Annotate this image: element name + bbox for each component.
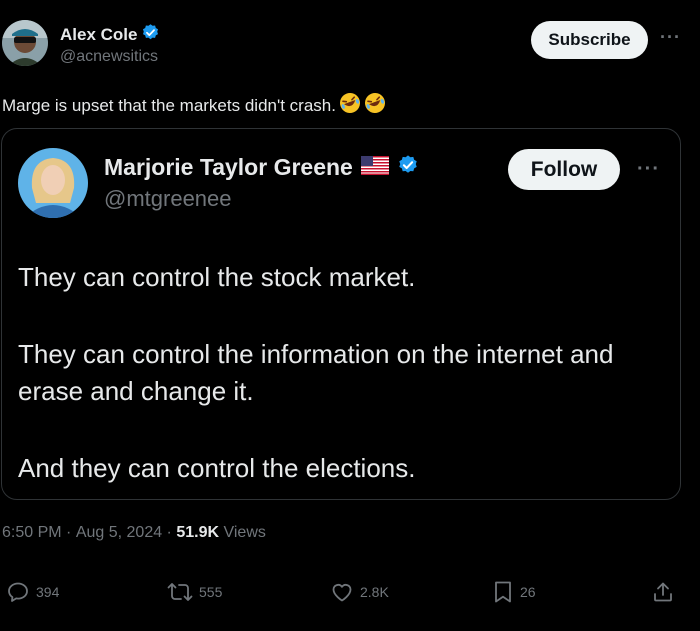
like-count: 2.8K bbox=[360, 584, 389, 600]
share-upload-icon bbox=[651, 580, 681, 604]
more-dots-icon[interactable]: ··· bbox=[637, 158, 660, 181]
us-flag-icon bbox=[360, 155, 389, 180]
reply-count: 394 bbox=[36, 584, 60, 600]
quoted-text-line: And they can control the elections. bbox=[18, 453, 416, 483]
laughing-emoji-icon bbox=[364, 92, 386, 119]
post-text-row: Marge is upset that the markets didn't c… bbox=[2, 92, 386, 119]
bookmark-count: 26 bbox=[520, 584, 536, 600]
quoted-author-name[interactable]: Marjorie Taylor Greene bbox=[104, 154, 353, 181]
quoted-author-avatar[interactable] bbox=[18, 148, 88, 218]
views-count: 51.9K bbox=[176, 524, 220, 541]
author-name-row: Alex Cole bbox=[60, 23, 160, 47]
reply-button[interactable]: 394 bbox=[6, 580, 59, 604]
repost-button[interactable]: 555 bbox=[167, 580, 222, 604]
laughing-emoji-icon bbox=[339, 92, 361, 119]
quoted-author-handle[interactable]: @mtgreenee bbox=[104, 186, 232, 212]
more-dots-icon[interactable]: ··· bbox=[660, 27, 681, 48]
views-label: Views bbox=[219, 524, 266, 541]
bookmark-button[interactable]: 26 bbox=[492, 580, 536, 604]
repost-arrows-icon bbox=[167, 580, 199, 604]
repost-count: 555 bbox=[199, 584, 223, 600]
author-handle[interactable]: @acnewsitics bbox=[60, 48, 158, 66]
quoted-text-line: erase and change it. bbox=[18, 376, 254, 406]
verified-badge-icon bbox=[397, 154, 419, 181]
quoted-text-line: They can control the stock market. bbox=[18, 262, 416, 292]
meta-separator: · bbox=[162, 524, 177, 541]
subscribe-button[interactable]: Subscribe bbox=[531, 21, 648, 59]
post-date[interactable]: Aug 5, 2024 bbox=[76, 524, 162, 542]
follow-button[interactable]: Follow bbox=[508, 149, 620, 190]
author-avatar[interactable] bbox=[2, 20, 48, 66]
verified-badge-icon bbox=[141, 23, 160, 47]
speech-bubble-icon bbox=[6, 580, 36, 604]
bookmark-icon bbox=[492, 580, 520, 604]
like-button[interactable]: 2.8K bbox=[330, 580, 389, 604]
heart-icon bbox=[330, 580, 360, 604]
meta-separator: · bbox=[61, 524, 76, 541]
quoted-author-name-row: Marjorie Taylor Greene bbox=[104, 154, 419, 181]
quoted-text-line: They can control the information on the … bbox=[18, 339, 614, 369]
share-button[interactable] bbox=[651, 580, 681, 604]
post-text: Marge is upset that the markets didn't c… bbox=[2, 95, 336, 115]
author-name[interactable]: Alex Cole bbox=[60, 25, 137, 45]
post-time[interactable]: 6:50 PM bbox=[2, 524, 62, 542]
post-meta: 6:50 PM · Aug 5, 2024 · 51.9K Views bbox=[2, 524, 266, 542]
